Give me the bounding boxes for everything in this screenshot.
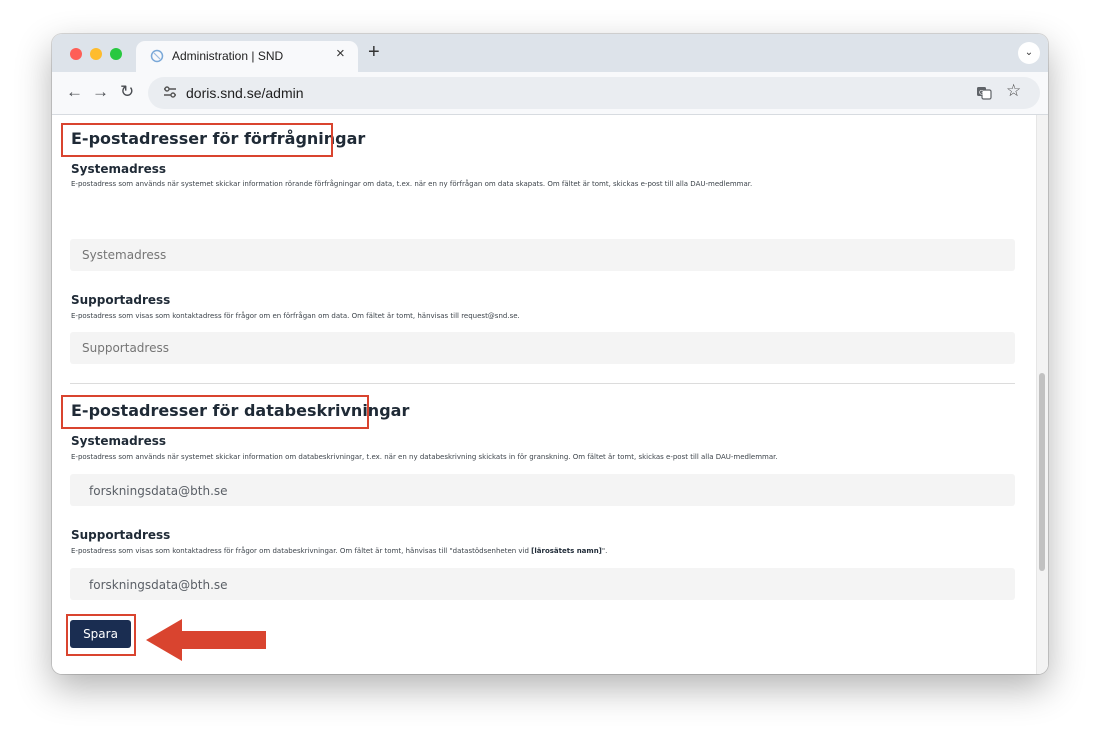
tab-search-chevron-icon[interactable]: ⌄ [1018,42,1040,64]
support-address-inquiries-input[interactable] [70,332,1015,364]
tab-administration[interactable]: Administration | SND × [136,41,358,72]
close-tab-icon[interactable]: × [336,46,345,62]
translate-icon[interactable]: G [976,85,992,101]
field-title-system-descriptions: Systemadress [71,434,167,448]
field-title-system-inquiries: Systemadress [71,162,167,176]
site-favicon-icon [150,49,164,63]
field-description-system-descriptions: E-postadress som används när systemet sk… [71,453,778,461]
annotation-arrow-icon [146,619,266,661]
address-bar[interactable]: doris.snd.se/admin G ☆ [148,77,1040,109]
support-address-descriptions-input[interactable]: forskningsdata@bth.se [70,568,1015,600]
system-address-inquiries-input[interactable] [70,239,1015,271]
close-window-button[interactable] [70,48,82,60]
system-address-descriptions-value: forskningsdata@bth.se [89,484,228,498]
browser-window: Administration | SND × + ⌄ ← → ↻ doris.s… [52,34,1048,674]
field-title-support-descriptions: Supportadress [71,528,171,542]
scrollbar-thumb[interactable] [1039,373,1045,571]
placeholder-institution-name: [lärosätets namn] [531,547,602,555]
field-description-support-descriptions: E-postadress som visas som kontaktadress… [71,547,608,555]
section-divider [70,383,1015,384]
bookmark-star-icon[interactable]: ☆ [1006,81,1021,101]
annotation-box-inquiries [61,123,333,157]
field-description-system-inquiries: E-postadress som används när systemet sk… [71,180,753,188]
new-tab-icon[interactable]: + [368,41,380,63]
support-address-descriptions-value: forskningsdata@bth.se [89,578,228,592]
save-button[interactable]: Spara [70,620,131,648]
tab-title: Administration | SND [172,49,284,63]
system-address-descriptions-input[interactable]: forskningsdata@bth.se [70,474,1015,506]
tab-bar: Administration | SND × + ⌄ [52,34,1048,72]
url-text[interactable]: doris.snd.se/admin [186,85,304,101]
minimize-window-button[interactable] [90,48,102,60]
page-content: E-postadresser för förfrågningar Systema… [52,115,1048,674]
field-description-support-inquiries: E-postadress som visas som kontaktadress… [71,312,520,320]
browser-toolbar: ← → ↻ doris.snd.se/admin G ☆ [52,72,1048,115]
site-info-icon[interactable] [162,84,178,100]
svg-text:G: G [979,90,984,97]
field-title-support-inquiries: Supportadress [71,293,171,307]
forward-arrow-icon[interactable]: → [92,81,109,103]
back-arrow-icon[interactable]: ← [66,81,83,103]
reload-icon[interactable]: ↻ [120,81,134,103]
maximize-window-button[interactable] [110,48,122,60]
annotation-box-descriptions [61,395,369,429]
